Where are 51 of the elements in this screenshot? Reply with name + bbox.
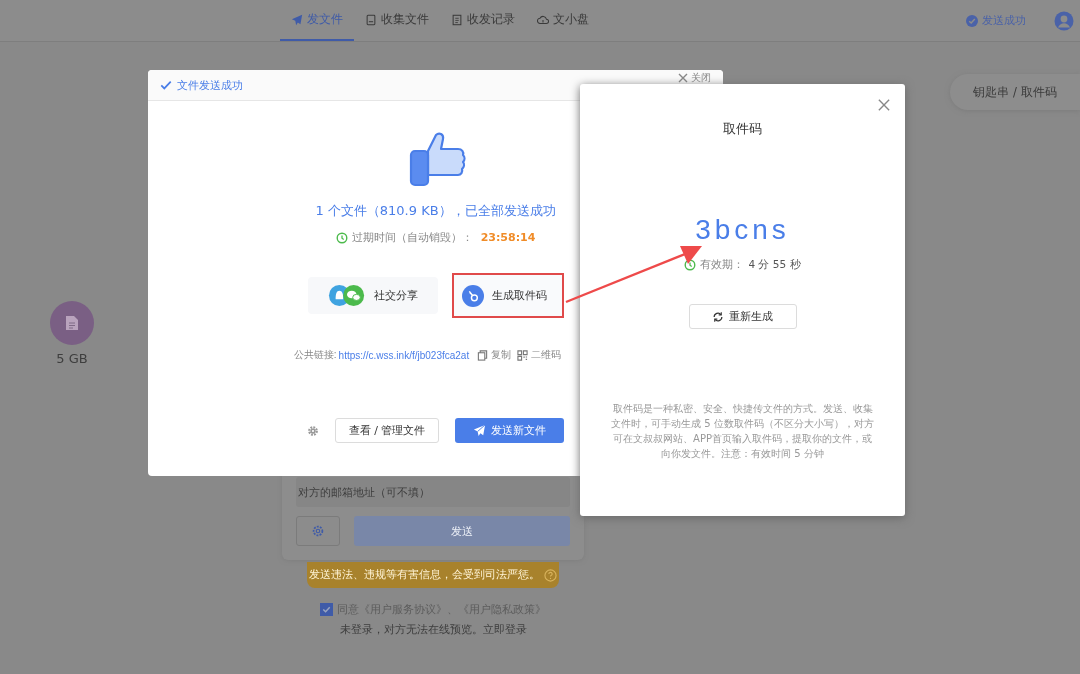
regenerate-button[interactable]: 重新生成 [688, 304, 797, 329]
validity-label: 有效期： [700, 258, 745, 272]
cloud-icon [537, 13, 549, 26]
close-icon [678, 73, 688, 83]
expiry-time: 23:58:14 [480, 231, 536, 244]
dialog-title: 文件发送成功 [177, 77, 243, 93]
nav-tab[interactable]: 文小盘 [526, 0, 600, 41]
warning-text: 发送违法、违规等有害信息，会受到司法严惩。 [309, 568, 540, 582]
manage-files-button[interactable]: 查看 / 管理文件 [335, 418, 439, 443]
paper-plane-icon [473, 424, 486, 437]
nav-tab[interactable]: 发文件 [280, 0, 354, 41]
agreement-checkbox[interactable] [320, 603, 333, 616]
link-label: 公共链接: [293, 348, 337, 362]
send-summary: 1 个文件（810.9 KB），已全部发送成功 [315, 202, 556, 220]
help-icon[interactable] [544, 568, 557, 582]
settings-button[interactable] [296, 516, 340, 546]
validity-time: 4 分 55 秒 [748, 258, 801, 272]
login-hint: 未登录，对方无法在线预览。立即登录 [339, 622, 527, 637]
nav-tab[interactable]: 收集文件 [354, 0, 440, 41]
copy-icon [477, 349, 489, 361]
check-icon [321, 604, 332, 615]
social-icons [327, 284, 366, 307]
key-icon [461, 284, 484, 307]
status-text: 发送成功 [982, 13, 1026, 28]
generate-code-button[interactable]: 生成取件码 [451, 273, 564, 318]
avatar-icon[interactable] [1054, 10, 1074, 31]
nav-tab[interactable]: 收发记录 [440, 0, 526, 41]
social-share-button[interactable]: 社交分享 [307, 277, 438, 314]
pickup-code-button[interactable]: 钥匙串 / 取件码 [950, 74, 1080, 110]
expiry-label: 过期时间（自动销毁）： [351, 230, 473, 245]
clock-icon [684, 259, 697, 271]
pickup-code: 3bcns [695, 214, 790, 246]
settings-icon[interactable] [307, 424, 319, 437]
public-link[interactable]: https://c.wss.ink/f/jb023fca2at [338, 349, 470, 361]
check-circle-icon [966, 14, 978, 27]
copy-link[interactable]: 复制 [477, 348, 512, 362]
inbox-icon [365, 13, 377, 26]
check-icon [160, 79, 172, 91]
list-icon [451, 13, 463, 26]
clock-icon [335, 231, 348, 244]
qr-code-icon [517, 349, 529, 361]
storage-label: 5 GB [56, 351, 88, 366]
dialog-title: 取件码 [723, 120, 762, 138]
qr-code-link[interactable]: 二维码 [517, 348, 562, 362]
refresh-icon [712, 310, 724, 323]
send-new-file-button[interactable]: 发送新文件 [455, 418, 564, 443]
close-icon[interactable] [878, 99, 890, 111]
paper-plane-icon [291, 13, 303, 26]
settings-icon [311, 524, 325, 538]
document-icon [65, 315, 79, 331]
close-link[interactable]: 关闭 [678, 71, 711, 85]
